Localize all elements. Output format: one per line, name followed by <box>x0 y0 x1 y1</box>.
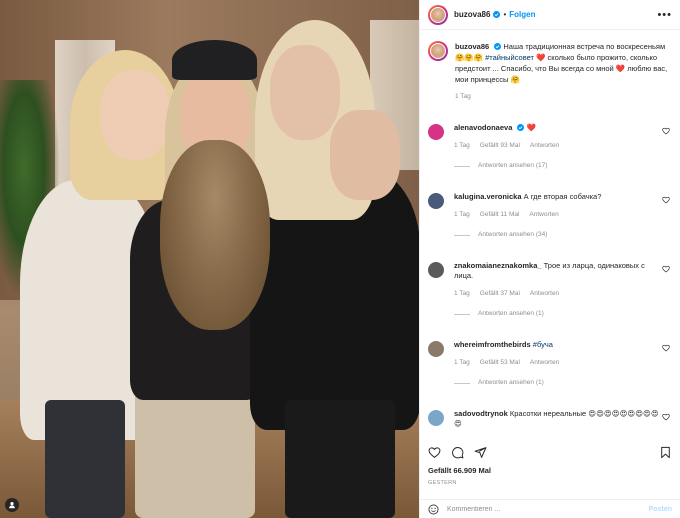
comment-likes[interactable]: Gefällt 93 Mal <box>480 141 520 151</box>
comment-like-heart-icon[interactable] <box>662 127 670 135</box>
caption-age[interactable]: 1 Tag <box>455 91 670 102</box>
commenter-avatar[interactable] <box>428 341 444 357</box>
caption-username[interactable]: buzova86 <box>455 42 489 51</box>
comment-age[interactable]: 1 Tag <box>454 141 470 151</box>
comment-likes[interactable]: Gefällt 37 Mal <box>480 289 520 299</box>
photo-dog <box>160 140 270 330</box>
comment-icon[interactable] <box>451 446 464 459</box>
header-separator: • <box>503 10 507 19</box>
user-icon <box>9 502 15 509</box>
like-heart-icon[interactable] <box>428 446 441 459</box>
save-bookmark-icon[interactable] <box>659 446 672 459</box>
replies-line <box>454 234 470 236</box>
comment-item: znakomaianeznakomka_ Трое из ларца, один… <box>428 261 672 319</box>
commenter-avatar[interactable] <box>428 410 444 426</box>
comment-reply-button[interactable]: Antworten <box>529 210 558 220</box>
view-replies-button[interactable]: Antworten ansehen (1) <box>478 309 544 319</box>
follow-button[interactable]: Folgen <box>509 10 535 19</box>
commenter-avatar[interactable] <box>428 124 444 140</box>
share-icon[interactable] <box>474 446 487 459</box>
comment-reply-button[interactable]: Antworten <box>530 141 559 151</box>
comment-item: whereimfromthebirds #буча 1 Tag Gefällt … <box>428 340 672 388</box>
post-date[interactable]: GESTERN <box>428 480 457 486</box>
comment-reply-button[interactable]: Antworten <box>530 358 559 368</box>
comment-item: sadovodtrynok Красотки нереальные 😍😍😍😍😍😍… <box>428 409 672 433</box>
comment-age[interactable]: 1 Tag <box>454 210 470 220</box>
comment-input[interactable] <box>447 505 649 513</box>
post-side-panel: buzova86 • Folgen ••• buzova86 Наша трад… <box>419 0 680 518</box>
comment-likes[interactable]: Gefällt 53 Mal <box>480 358 520 368</box>
comment-like-heart-icon[interactable] <box>662 196 670 204</box>
comment-text: А где вторая собачка? <box>523 192 602 201</box>
comment-age[interactable]: 1 Tag <box>454 358 470 368</box>
post-comment-button[interactable]: Posten <box>649 506 672 513</box>
photo-person-right-face <box>270 45 340 140</box>
photo-person-right-hand <box>330 110 400 200</box>
post-header: buzova86 • Folgen ••• <box>420 0 680 30</box>
commenter-username[interactable]: kalugina.veronicka <box>454 192 522 201</box>
comment-text: #буча <box>532 340 553 349</box>
view-replies-button[interactable]: Antworten ansehen (1) <box>478 378 544 388</box>
commenter-username[interactable]: whereimfromthebirds <box>454 340 531 349</box>
comment-like-heart-icon[interactable] <box>662 265 670 273</box>
verified-badge-icon <box>517 124 525 131</box>
photo-person-center-cap <box>172 40 257 80</box>
commenter-username[interactable]: znakomaianeznakomka_ <box>454 261 542 270</box>
emoji-icon[interactable] <box>428 504 439 515</box>
caption-author-avatar[interactable] <box>428 41 448 61</box>
commenter-avatar[interactable] <box>428 262 444 278</box>
commenter-username[interactable]: sadovodtrynok <box>454 409 508 418</box>
comment-text: ❤️ <box>526 123 536 132</box>
author-username[interactable]: buzova86 <box>454 10 490 19</box>
comment-item: kalugina.veronicka А где вторая собачка?… <box>428 192 672 240</box>
comment-like-heart-icon[interactable] <box>662 413 670 421</box>
tagged-users-button[interactable] <box>5 498 19 512</box>
comment-reply-button[interactable]: Antworten <box>530 289 559 299</box>
view-replies-button[interactable]: Antworten ansehen (34) <box>478 230 547 240</box>
comments-list[interactable]: buzova86 Наша традиционная встреча по во… <box>420 31 680 433</box>
post-actions <box>420 440 680 464</box>
likes-count[interactable]: Gefällt 66.909 Mal <box>428 466 491 475</box>
add-comment-bar: Posten <box>420 499 680 518</box>
photo-person-left-face <box>100 70 170 160</box>
comment-item: alenavodonaeva ❤️ 1 Tag Gefällt 93 Mal A… <box>428 123 672 171</box>
post-caption: buzova86 Наша традиционная встреча по во… <box>428 41 672 102</box>
verified-badge-icon <box>493 11 501 18</box>
replies-line <box>454 165 470 167</box>
photo-person-right-legs <box>285 400 395 518</box>
comment-age[interactable]: 1 Tag <box>454 289 470 299</box>
comment-likes[interactable]: Gefällt 11 Mal <box>480 210 520 220</box>
photo-person-left-legs <box>45 400 125 518</box>
comment-container: alenavodonaeva ❤️ 1 Tag Gefällt 93 Mal A… <box>428 123 672 433</box>
more-options-button[interactable]: ••• <box>657 9 672 21</box>
view-replies-button[interactable]: Antworten ansehen (17) <box>478 161 547 171</box>
replies-line <box>454 313 470 315</box>
commenter-avatar[interactable] <box>428 193 444 209</box>
post-photo[interactable] <box>0 0 419 518</box>
author-avatar[interactable] <box>428 4 448 25</box>
verified-badge-icon <box>494 43 502 50</box>
comment-like-heart-icon[interactable] <box>662 344 670 352</box>
replies-line <box>454 382 470 384</box>
commenter-username[interactable]: alenavodonaeva <box>454 123 512 132</box>
